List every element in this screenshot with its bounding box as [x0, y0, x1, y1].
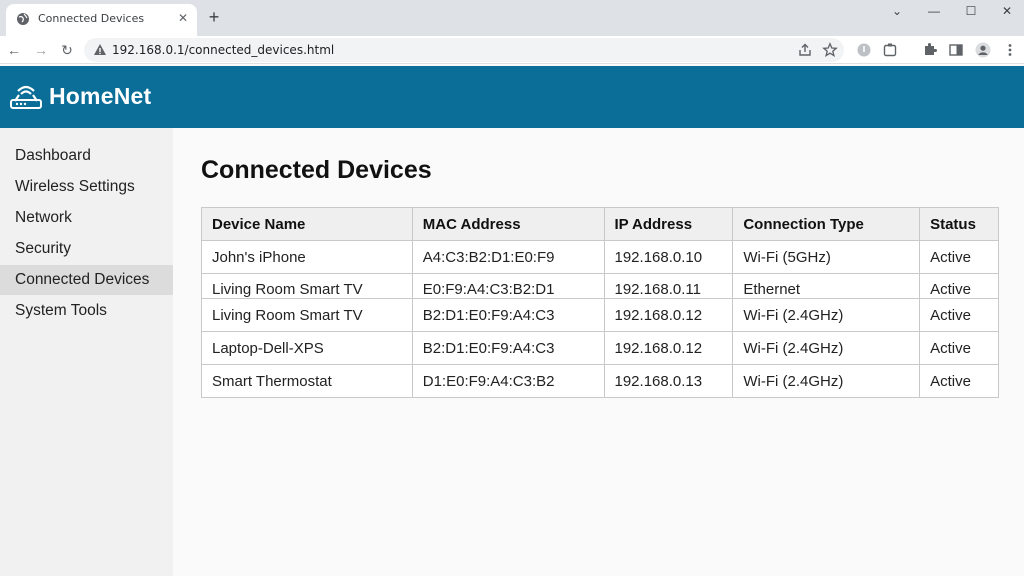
extension-icon[interactable]: [882, 42, 898, 58]
maximize-icon[interactable]: ☐: [961, 4, 981, 18]
cell-connection-type: Wi-Fi (2.4GHz): [732, 364, 921, 398]
cell-mac-address: B2:D1:E0:F9:A4:C3: [411, 298, 605, 332]
plus-icon[interactable]: +: [205, 8, 223, 26]
table-row: Laptop-Dell-XPS B2:D1:E0:F9:A4:C3 192.16…: [201, 331, 999, 365]
cell-mac-address: A4:C3:B2:D1:E0:F9: [411, 240, 605, 274]
table-row: John's iPhone A4:C3:B2:D1:E0:F9 192.168.…: [201, 240, 999, 274]
table-row: Living Room Smart TV E0:F9:A4:C3:B2:D1 1…: [201, 273, 999, 299]
sidebar-item-wireless-settings[interactable]: Wireless Settings: [0, 172, 173, 202]
sidebar-item-connected-devices[interactable]: Connected Devices: [0, 265, 173, 295]
address-bar[interactable]: 192.168.0.1/connected_devices.html: [84, 38, 844, 62]
column-header-mac-address: MAC Address: [411, 207, 605, 241]
cell-ip-address: 192.168.0.13: [603, 364, 734, 398]
devices-table: Device Name MAC Address IP Address Conne…: [201, 207, 999, 398]
column-header-status: Status: [919, 207, 999, 241]
cell-device-name: Smart Thermostat: [201, 364, 413, 398]
menu-icon[interactable]: [1002, 42, 1018, 58]
globe-icon: [17, 13, 29, 25]
cell-device-name: Living Room Smart TV: [201, 298, 413, 332]
table-row: Smart Thermostat D1:E0:F9:A4:C3:B2 192.1…: [201, 364, 999, 398]
cell-mac-address: B2:D1:E0:F9:A4:C3: [411, 331, 605, 365]
main-content: Connected Devices Device Name MAC Addres…: [173, 128, 1024, 576]
sidebar-item-security[interactable]: Security: [0, 234, 173, 264]
sidebar: Dashboard Wireless Settings Network Secu…: [0, 128, 173, 576]
page-title: Connected Devices: [201, 156, 432, 184]
browser-tab[interactable]: Connected Devices ✕: [6, 4, 197, 36]
puzzle-icon[interactable]: [922, 42, 938, 58]
tab-title: Connected Devices: [38, 12, 145, 25]
profile-icon[interactable]: [975, 42, 991, 58]
brand-name: HomeNet: [49, 83, 152, 109]
close-icon[interactable]: ✕: [176, 11, 190, 25]
chevron-down-icon[interactable]: ⌄: [887, 4, 907, 18]
forward-icon[interactable]: →: [31, 40, 51, 60]
cell-ip-address: 192.168.0.12: [603, 298, 734, 332]
column-header-ip-address: IP Address: [603, 207, 734, 241]
table-row: Living Room Smart TV B2:D1:E0:F9:A4:C3 1…: [201, 298, 999, 332]
column-header-device-name: Device Name: [201, 207, 413, 241]
reload-icon[interactable]: ↻: [57, 40, 77, 60]
app-header: HomeNet: [0, 66, 1024, 128]
cell-device-name: Living Room Smart TV: [201, 273, 413, 299]
back-icon[interactable]: ←: [4, 40, 24, 60]
url-text: 192.168.0.1/connected_devices.html: [112, 43, 335, 57]
cell-ip-address: 192.168.0.12: [603, 331, 734, 365]
share-icon[interactable]: [797, 42, 813, 58]
cell-ip-address: 192.168.0.11: [603, 273, 734, 299]
table-header-row: Device Name MAC Address IP Address Conne…: [201, 207, 999, 241]
cell-status: Active: [919, 298, 999, 332]
browser-tabstrip: Connected Devices ✕ + ⌄ — ☐ ✕: [0, 0, 1024, 36]
cell-status: Active: [919, 273, 999, 299]
cell-status: Active: [919, 331, 999, 365]
sidebar-item-dashboard[interactable]: Dashboard: [0, 141, 173, 171]
cell-connection-type: Wi-Fi (2.4GHz): [732, 331, 921, 365]
warning-icon[interactable]: [93, 43, 107, 57]
cell-mac-address: E0:F9:A4:C3:B2:D1: [411, 273, 605, 299]
sidebar-item-system-tools[interactable]: System Tools: [0, 296, 173, 326]
cell-device-name: John's iPhone: [201, 240, 413, 274]
router-logo-icon: [10, 85, 42, 109]
extension-status-icon[interactable]: [856, 42, 872, 58]
window-close-icon[interactable]: ✕: [997, 4, 1017, 18]
minimize-icon[interactable]: —: [924, 4, 944, 18]
sidebar-item-network[interactable]: Network: [0, 203, 173, 233]
cell-device-name: Laptop-Dell-XPS: [201, 331, 413, 365]
cell-mac-address: D1:E0:F9:A4:C3:B2: [411, 364, 605, 398]
browser-toolbar: ← → ↻ 192.168.0.1/connected_devices.html: [0, 36, 1024, 64]
column-header-connection-type: Connection Type: [732, 207, 921, 241]
cell-connection-type: Wi-Fi (2.4GHz): [732, 298, 921, 332]
sidepanel-icon[interactable]: [948, 42, 964, 58]
cell-ip-address: 192.168.0.10: [603, 240, 734, 274]
star-icon[interactable]: [822, 42, 838, 58]
cell-connection-type: Wi-Fi (5GHz): [732, 240, 921, 274]
cell-status: Active: [919, 364, 999, 398]
cell-status: Active: [919, 240, 999, 274]
cell-connection-type: Ethernet: [732, 273, 921, 299]
